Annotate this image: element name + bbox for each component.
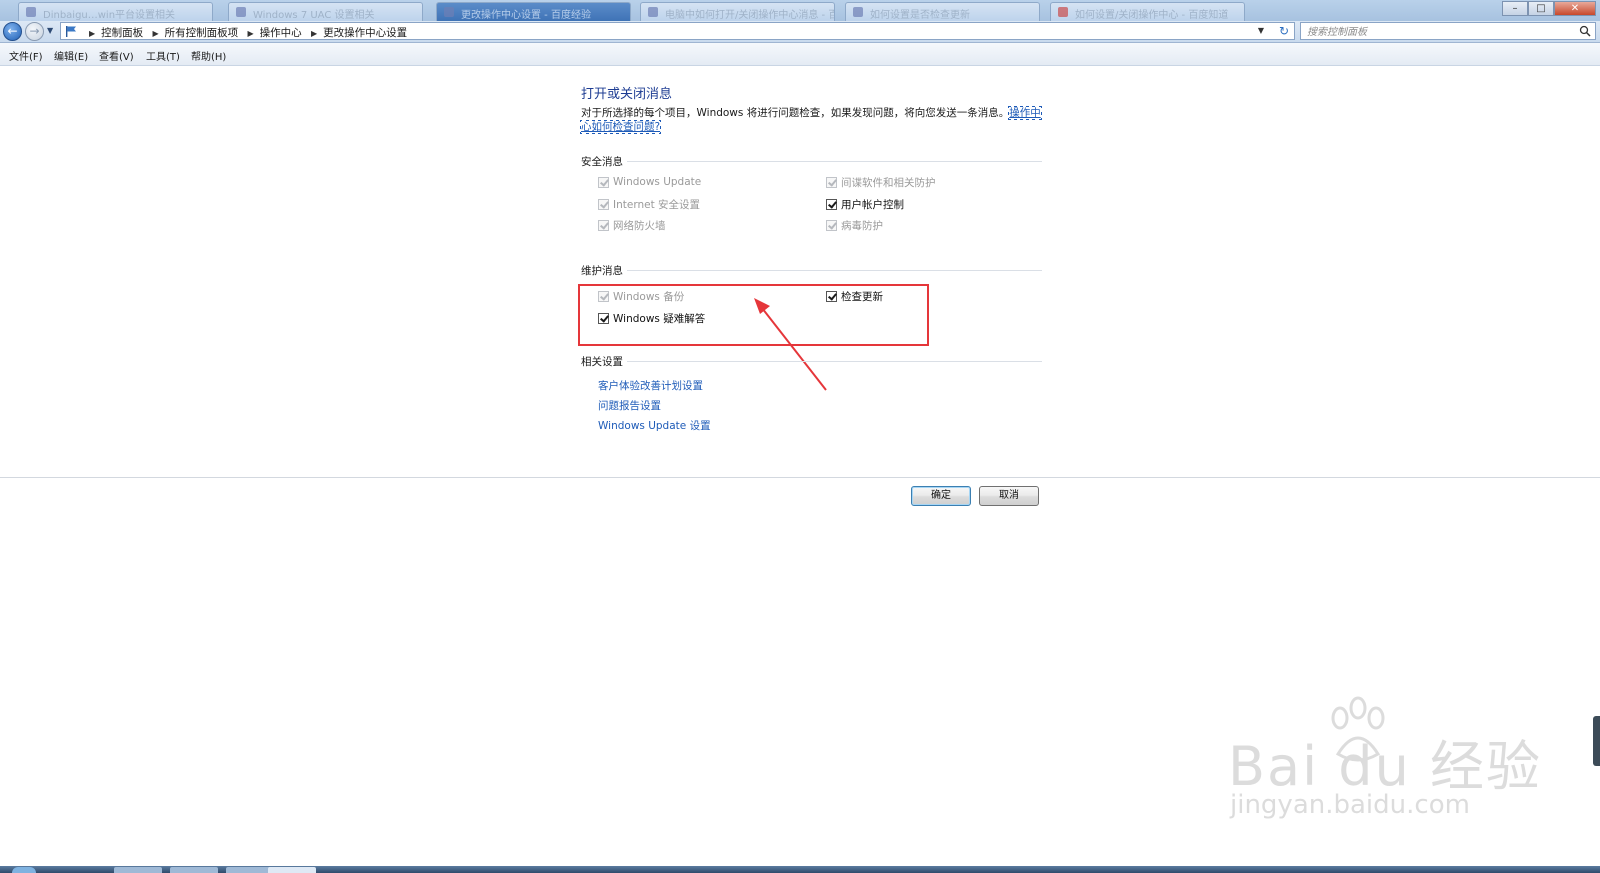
checkbox-network-firewall[interactable]: 网络防火墙 (598, 217, 666, 233)
start-button[interactable] (12, 867, 36, 873)
checkbox-box[interactable] (826, 198, 837, 210)
address-bar: ← → ▼ ▶ 控制面板 ▶ 所有控制面板项 ▶ 操作中心 ▶ 更改操作中心设置 ▼ ↻ (0, 21, 1600, 43)
checkbox-user-account-control[interactable]: 用户帐户控制 (826, 196, 904, 212)
tab-favicon-icon (26, 7, 36, 17)
section-divider (627, 270, 1042, 271)
section-title-security: 安全消息 (581, 156, 623, 168)
browser-tab[interactable]: 如何设置是否检查更新 (845, 2, 1040, 21)
taskbar-button-active[interactable] (268, 867, 316, 873)
close-button[interactable]: ✕ (1554, 1, 1596, 16)
checkbox-label: 间谍软件和相关防护 (841, 176, 936, 189)
arrow-right-icon: → (29, 24, 40, 38)
menu-view[interactable]: 查看(V) (99, 48, 134, 63)
search-box (1300, 22, 1596, 41)
chevron-right-icon[interactable]: ▶ (89, 29, 95, 38)
baidu-watermark: Bai du 经验 jingyan.baidu.com (1228, 692, 1540, 842)
page-description: 对于所选择的每个项目，Windows 将进行问题检查，如果发现问题，将向您发送一… (580, 106, 1051, 134)
chevron-right-icon[interactable]: ▶ (153, 29, 159, 38)
checkbox-box[interactable] (826, 219, 837, 231)
link-problem-reporting[interactable]: 问题报告设置 (598, 398, 661, 413)
minimize-button[interactable]: – (1502, 1, 1528, 16)
checkbox-label: 用户帐户控制 (841, 198, 904, 211)
chevron-right-icon[interactable]: ▶ (248, 29, 254, 38)
tab-favicon-icon (236, 7, 246, 17)
taskbar (0, 866, 1600, 873)
section-divider (627, 361, 1042, 362)
recent-pages-dropdown-icon[interactable]: ▼ (47, 26, 53, 35)
taskbar-button[interactable] (170, 867, 218, 873)
checkbox-box[interactable] (598, 219, 609, 231)
checkbox-virus-protection[interactable]: 病毒防护 (826, 217, 883, 233)
menu-tools[interactable]: 工具(T) (146, 48, 180, 63)
browser-tab-strip: Dinbaigu…win平台设置相关 Windows 7 UAC 设置相关 更改… (0, 0, 1600, 21)
checkbox-internet-security[interactable]: Internet 安全设置 (598, 196, 700, 212)
checkbox-label: Internet 安全设置 (613, 198, 701, 211)
breadcrumb-item-action-center[interactable]: 操作中心 (260, 27, 302, 39)
browser-tab[interactable]: Dinbaigu…win平台设置相关 (18, 2, 213, 21)
arrow-left-icon: ← (7, 24, 18, 38)
taskbar-button[interactable] (226, 867, 274, 873)
search-input[interactable] (1301, 23, 1579, 41)
link-windows-update-settings[interactable]: Windows Update 设置 (598, 418, 711, 433)
breadcrumb-item-all-items[interactable]: 所有控制面板项 (165, 27, 239, 39)
section-title-maintenance: 维护消息 (581, 265, 623, 277)
checkbox-label: Windows Update (613, 176, 702, 188)
footer-divider (0, 477, 1600, 478)
refresh-icon[interactable]: ↻ (1279, 24, 1289, 38)
checkbox-box[interactable] (826, 176, 837, 188)
back-button[interactable]: ← (3, 22, 22, 41)
ok-button[interactable]: 确定 (911, 486, 971, 506)
watermark-url: jingyan.baidu.com (1230, 790, 1470, 820)
checkbox-windows-update[interactable]: Windows Update (598, 174, 701, 190)
section-divider (627, 161, 1042, 162)
chevron-right-icon[interactable]: ▶ (311, 29, 317, 38)
search-icon[interactable] (1579, 25, 1591, 37)
tab-favicon-icon (853, 7, 863, 17)
address-field[interactable]: ▶ 控制面板 ▶ 所有控制面板项 ▶ 操作中心 ▶ 更改操作中心设置 ▼ ↻ (60, 22, 1295, 40)
checkbox-spyware-protection[interactable]: 间谍软件和相关防护 (826, 174, 936, 190)
checkbox-label: 网络防火墙 (613, 219, 666, 232)
breadcrumb-item-current[interactable]: 更改操作中心设置 (323, 27, 407, 39)
menu-edit[interactable]: 编辑(E) (54, 48, 88, 63)
window-controls: – □ ✕ (1502, 1, 1596, 17)
cancel-button[interactable]: 取消 (979, 486, 1039, 506)
forward-button[interactable]: → (25, 22, 44, 41)
menu-help[interactable]: 帮助(H) (191, 48, 226, 63)
breadcrumb: ▶ 控制面板 ▶ 所有控制面板项 ▶ 操作中心 ▶ 更改操作中心设置 (83, 25, 407, 40)
page-title: 打开或关闭消息 (581, 87, 673, 102)
description-text: 对于所选择的每个项目，Windows 将进行问题检查，如果发现问题，将向您发送一… (581, 107, 1010, 119)
checkbox-label: 病毒防护 (841, 219, 883, 232)
browser-tab[interactable]: 电脑中如何打开/关闭操作中心消息 - 百度经验 (640, 2, 835, 21)
link-ceip-settings[interactable]: 客户体验改善计划设置 (598, 378, 703, 393)
side-scroll-handle[interactable] (1593, 716, 1600, 766)
menu-file[interactable]: 文件(F) (9, 48, 43, 63)
checkbox-box[interactable] (598, 176, 609, 188)
taskbar-button[interactable] (114, 867, 162, 873)
browser-tab[interactable]: 如何设置/关闭操作中心 - 百度知道 (1050, 2, 1245, 21)
browser-tab[interactable]: Windows 7 UAC 设置相关 (228, 2, 423, 21)
tab-favicon-icon (1058, 7, 1068, 17)
menu-bar: 文件(F) 编辑(E) 查看(V) 工具(T) 帮助(H) (0, 43, 1600, 66)
browser-tab-active[interactable]: 更改操作中心设置 - 百度经验 (436, 2, 631, 21)
action-center-flag-icon (66, 26, 76, 37)
annotation-arrow-icon (754, 298, 827, 391)
address-dropdown-icon[interactable]: ▼ (1258, 26, 1264, 35)
checkbox-box[interactable] (598, 198, 609, 210)
section-title-related: 相关设置 (581, 356, 623, 368)
tab-favicon-icon (648, 7, 658, 17)
breadcrumb-item-control-panel[interactable]: 控制面板 (101, 27, 143, 39)
maximize-button[interactable]: □ (1528, 1, 1554, 16)
tab-favicon-icon (444, 7, 454, 17)
